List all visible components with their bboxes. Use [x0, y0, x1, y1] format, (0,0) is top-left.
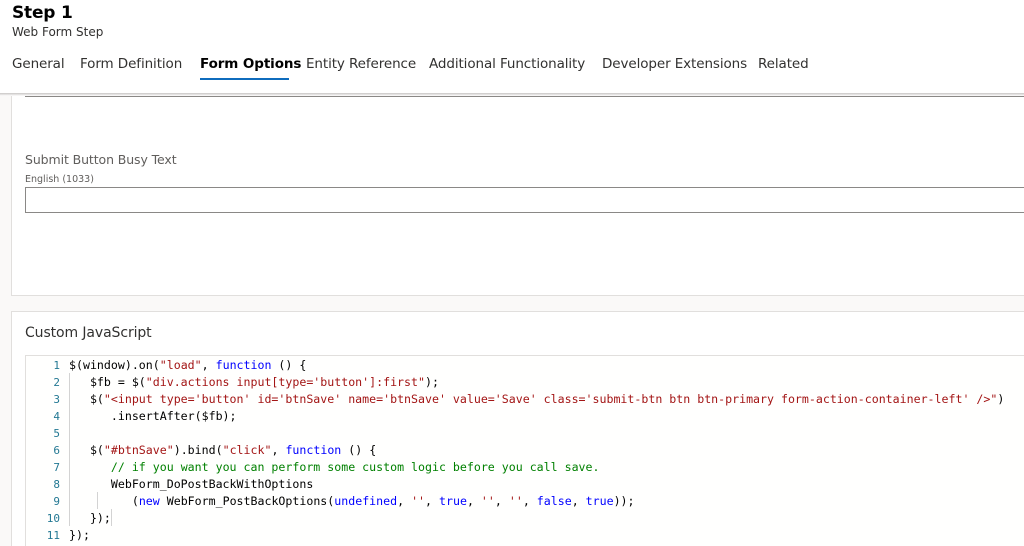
- code-token: function: [215, 358, 272, 372]
- code-token: );: [424, 375, 439, 389]
- code-text: $("<input type='button' id='btnSave' nam…: [69, 391, 1004, 408]
- code-line[interactable]: 2 $fb = $("div.actions input[type='butto…: [26, 374, 1024, 391]
- code-token: WebForm_DoPostBackWithOptions: [69, 477, 314, 491]
- code-token: ,: [201, 358, 216, 372]
- form-options-section: Submit Button Busy Text English (1033): [11, 96, 1024, 296]
- code-token: (: [69, 494, 139, 508]
- line-number: 1: [53, 359, 60, 372]
- code-token: true: [439, 494, 467, 508]
- code-token: ).bind(: [173, 443, 223, 457]
- tab-related[interactable]: Related: [758, 56, 809, 72]
- page-title: Step 1: [12, 3, 73, 23]
- code-token: ,: [571, 494, 586, 508]
- tab-additional-functionality[interactable]: Additional Functionality: [429, 56, 585, 72]
- code-token: $(window).on(: [69, 358, 160, 372]
- code-token: ,: [271, 443, 286, 457]
- code-token: ));: [613, 494, 635, 508]
- code-text: });: [69, 510, 111, 527]
- code-line[interactable]: 1 $(window).on("load", function () {: [26, 357, 1024, 374]
- code-token: "<input type='button' id='btnSave' name=…: [103, 392, 998, 406]
- code-token: undefined: [334, 494, 398, 508]
- code-token: function: [285, 443, 342, 457]
- code-token: "load": [159, 358, 202, 372]
- code-token: });: [69, 528, 90, 542]
- code-text: // if you want you can perform some cust…: [69, 459, 600, 476]
- tab-bar: General Form Definition Form Options Ent…: [0, 56, 1024, 86]
- code-text: $("#btnSave").bind("click", function () …: [69, 442, 376, 459]
- code-token: () {: [271, 358, 307, 372]
- code-token: ,: [494, 494, 509, 508]
- code-token: ): [997, 392, 1005, 406]
- line-number: 9: [53, 495, 60, 508]
- code-line[interactable]: 5: [26, 425, 1024, 442]
- code-token: new: [138, 494, 160, 508]
- code-token: '': [508, 494, 523, 508]
- tab-entity-reference[interactable]: Entity Reference: [306, 56, 416, 72]
- code-token: false: [536, 494, 572, 508]
- code-line[interactable]: 8 WebForm_DoPostBackWithOptions: [26, 476, 1024, 493]
- form-header: Step 1 Web Form Step General Form Defini…: [0, 0, 1024, 96]
- line-number: 2: [53, 376, 60, 389]
- code-line[interactable]: 11});: [26, 527, 1024, 544]
- code-token: WebForm_PostBackOptions(: [159, 494, 335, 508]
- form-content-scroll-area[interactable]: Submit Button Busy Text English (1033) C…: [0, 96, 1024, 546]
- code-token: '': [480, 494, 495, 508]
- code-text: $fb = $("div.actions input[type='button'…: [69, 374, 439, 391]
- code-line[interactable]: 9 (new WebForm_PostBackOptions(undefined…: [26, 493, 1024, 510]
- code-token: ,: [425, 494, 440, 508]
- tab-form-definition[interactable]: Form Definition: [80, 56, 182, 72]
- code-line[interactable]: 7 // if you want you can perform some cu…: [26, 459, 1024, 476]
- active-tab-indicator: [200, 78, 289, 80]
- code-token: $(: [69, 392, 104, 406]
- line-number: 4: [53, 410, 60, 423]
- code-editor[interactable]: 1 $(window).on("load", function () {2 $fb…: [25, 355, 1024, 546]
- code-token: "#btnSave": [103, 443, 174, 457]
- custom-javascript-title: Custom JavaScript: [25, 325, 152, 341]
- code-token: ,: [397, 494, 412, 508]
- code-text: WebForm_DoPostBackWithOptions: [69, 476, 313, 493]
- code-line[interactable]: 4 .insertAfter($fb);: [26, 408, 1024, 425]
- code-token: () {: [341, 443, 377, 457]
- tab-general[interactable]: General: [12, 56, 65, 72]
- code-text: .insertAfter($fb);: [69, 408, 237, 425]
- code-token: true: [585, 494, 614, 508]
- code-token: // if you want you can perform some cust…: [110, 460, 600, 474]
- code-text: $(window).on("load", function () {: [69, 357, 306, 374]
- code-token: $(: [69, 443, 104, 457]
- previous-text-field[interactable]: [25, 96, 1024, 97]
- custom-javascript-section: Custom JavaScript 1 $(window).on("load", …: [11, 311, 1024, 546]
- code-token: "click": [222, 443, 272, 457]
- code-text: });: [69, 527, 90, 544]
- code-token: ,: [466, 494, 481, 508]
- code-token: "div.actions input[type='button']:first": [145, 375, 425, 389]
- tab-form-options[interactable]: Form Options: [200, 56, 301, 72]
- line-number: 5: [53, 427, 60, 440]
- line-number: 3: [53, 393, 60, 406]
- code-line[interactable]: 3 $("<input type='button' id='btnSave' n…: [26, 391, 1024, 408]
- tab-developer-extensions[interactable]: Developer Extensions: [602, 56, 747, 72]
- line-number: 10: [46, 512, 60, 525]
- code-text: (new WebForm_PostBackOptions(undefined, …: [69, 493, 635, 510]
- code-token: ,: [522, 494, 537, 508]
- code-token: .insertAfter($fb);: [69, 409, 237, 423]
- code-token: });: [69, 511, 111, 525]
- code-line[interactable]: 6 $("#btnSave").bind("click", function (…: [26, 442, 1024, 459]
- submit-busy-text-input[interactable]: [25, 187, 1024, 213]
- page-subtitle: Web Form Step: [12, 25, 104, 39]
- submit-busy-text-label: Submit Button Busy Text: [25, 152, 177, 167]
- line-number: 7: [53, 461, 60, 474]
- line-number: 8: [53, 478, 60, 491]
- language-label: English (1033): [25, 174, 94, 185]
- line-number: 11: [46, 529, 60, 542]
- line-number: 6: [53, 444, 60, 457]
- code-token: $fb = $(: [69, 375, 146, 389]
- code-line[interactable]: 10 });: [26, 510, 1024, 527]
- code-token: '': [411, 494, 426, 508]
